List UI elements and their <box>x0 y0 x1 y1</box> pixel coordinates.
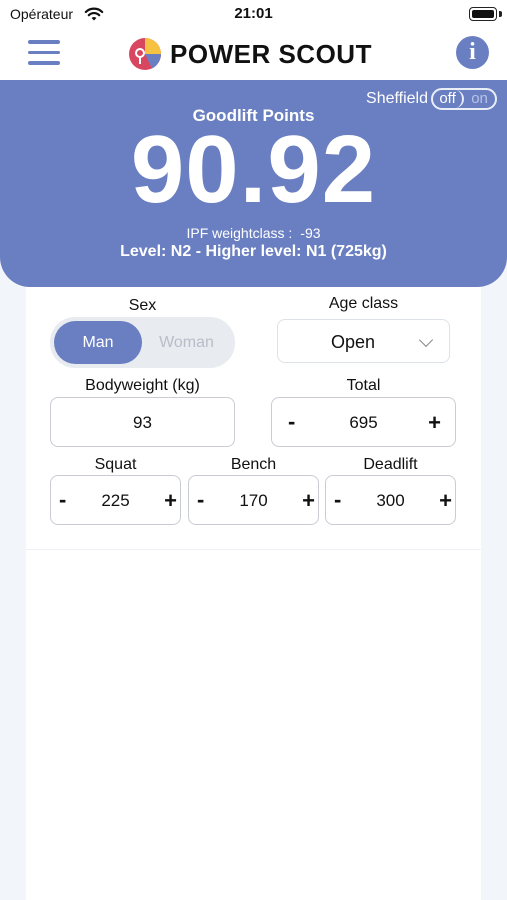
age-class-select[interactable]: Open <box>277 319 450 363</box>
level-text: Level: N2 - Higher level: N1 (725kg) <box>120 243 387 260</box>
bench-increment-button[interactable]: + <box>302 488 315 514</box>
squat-value[interactable]: 225 <box>51 491 180 511</box>
squat-increment-button[interactable]: + <box>164 488 177 514</box>
bench-label: Bench <box>230 456 277 473</box>
bodyweight-field[interactable]: 93 <box>50 397 235 447</box>
total-stepper: - 695 + <box>271 397 456 447</box>
total-increment-button[interactable]: + <box>428 410 441 436</box>
score-panel: Sheffield off on Goodlift Points 90.92 I… <box>0 80 507 287</box>
nav-bar: POWER SCOUT i <box>0 30 507 80</box>
sex-option-woman[interactable]: Woman <box>142 321 231 364</box>
power-scout-logo-icon <box>129 38 161 70</box>
total-label: Total <box>346 377 381 394</box>
app-title: POWER SCOUT <box>170 38 372 69</box>
divider <box>26 549 481 550</box>
weightclass-line: IPF weightclass : -93 <box>0 225 507 241</box>
age-class-value: Open <box>330 332 376 352</box>
age-class-label: Age class <box>328 295 399 312</box>
sex-label: Sex <box>128 297 157 314</box>
score-value: 90.92 <box>130 116 377 223</box>
input-card: Sex Man Woman Age class Open Bodyweight … <box>26 287 481 900</box>
bodyweight-value[interactable]: 93 <box>51 413 234 433</box>
brand: POWER SCOUT <box>128 36 372 72</box>
bench-value[interactable]: 170 <box>189 491 318 511</box>
hamburger-menu-icon[interactable] <box>28 40 60 66</box>
deadlift-increment-button[interactable]: + <box>439 488 452 514</box>
bench-stepper: - 170 + <box>188 475 319 525</box>
battery-icon <box>469 7 497 21</box>
squat-label: Squat <box>94 456 137 473</box>
status-bar: Opérateur 21:01 <box>0 0 507 30</box>
weightclass-value: -93 <box>300 225 321 241</box>
sex-segmented-control: Man Woman <box>50 317 235 368</box>
bodyweight-label: Bodyweight (kg) <box>85 377 200 394</box>
battery-tip <box>499 11 502 17</box>
info-icon[interactable]: i <box>456 36 489 69</box>
deadlift-stepper: - 300 + <box>325 475 456 525</box>
deadlift-label: Deadlift <box>363 456 418 473</box>
sex-option-man[interactable]: Man <box>54 321 142 364</box>
deadlift-value[interactable]: 300 <box>326 491 455 511</box>
clock: 21:01 <box>234 5 273 22</box>
squat-stepper: - 225 + <box>50 475 181 525</box>
weightclass-label: IPF weightclass : <box>186 225 293 241</box>
